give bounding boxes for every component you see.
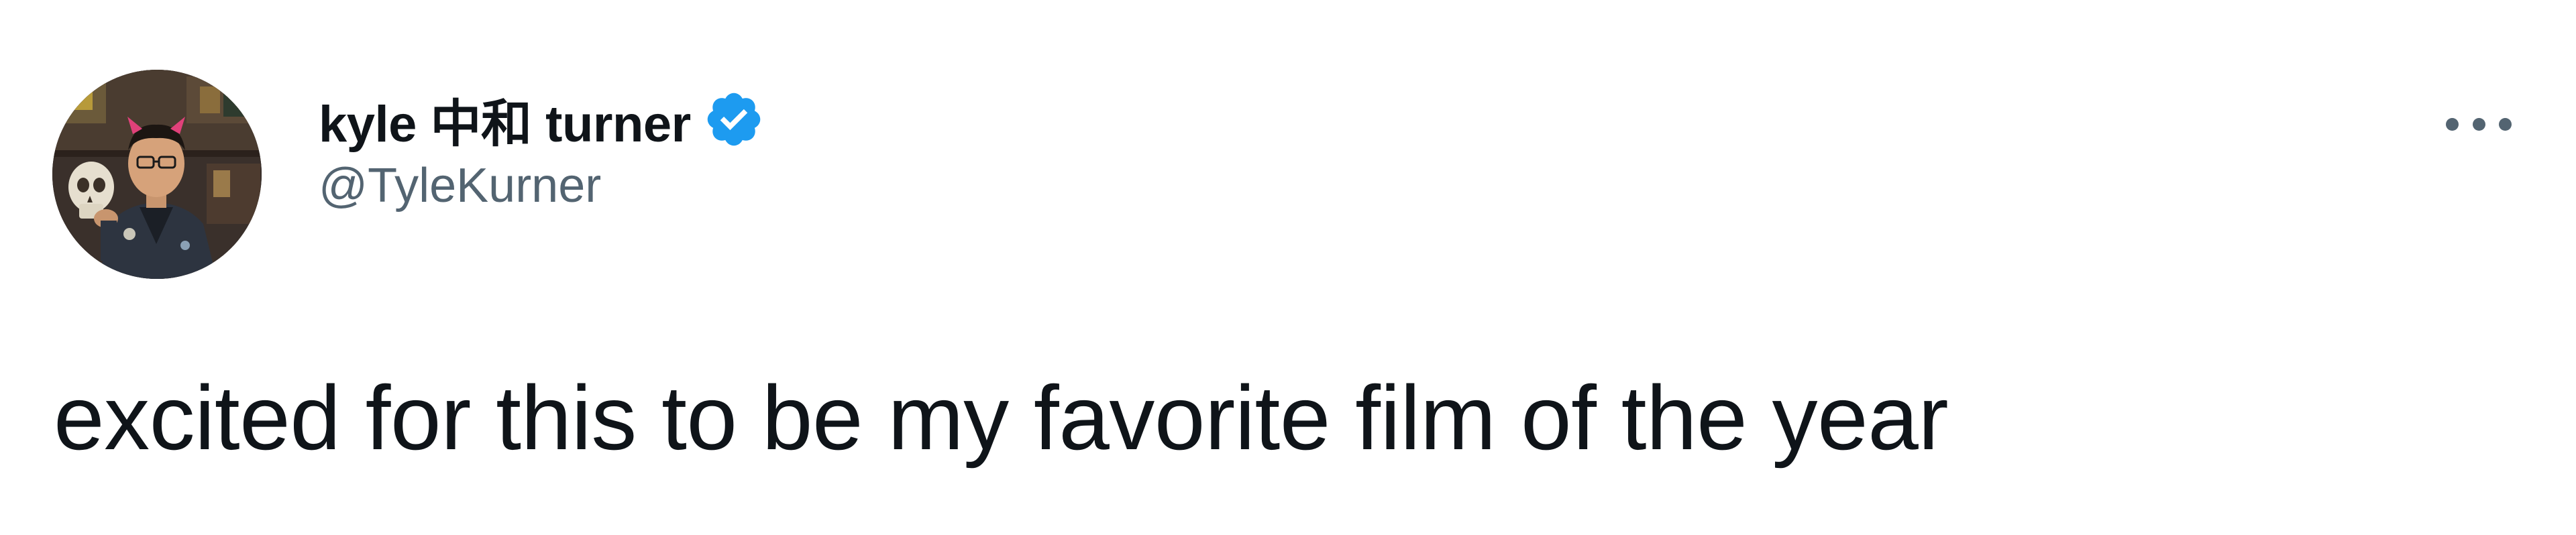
tweet-text: excited for this to be my favorite film …: [54, 367, 1949, 469]
tweet-header: kyle 中和 turner @TyleKurner: [319, 86, 765, 213]
display-name[interactable]: kyle 中和 turner: [319, 82, 691, 156]
more-dot-icon: [2499, 117, 2512, 131]
more-options-button[interactable]: [2442, 101, 2516, 147]
name-row: kyle 中和 turner: [319, 86, 765, 153]
avatar-photo: [52, 70, 262, 279]
more-dot-icon: [2472, 117, 2485, 131]
tweet-card: kyle 中和 turner @TyleKurner excited for t…: [0, 0, 2576, 535]
verified-badge-icon: [703, 88, 765, 150]
avatar[interactable]: [52, 70, 262, 279]
more-dot-icon: [2446, 117, 2459, 131]
username-handle[interactable]: @TyleKurner: [319, 158, 765, 213]
